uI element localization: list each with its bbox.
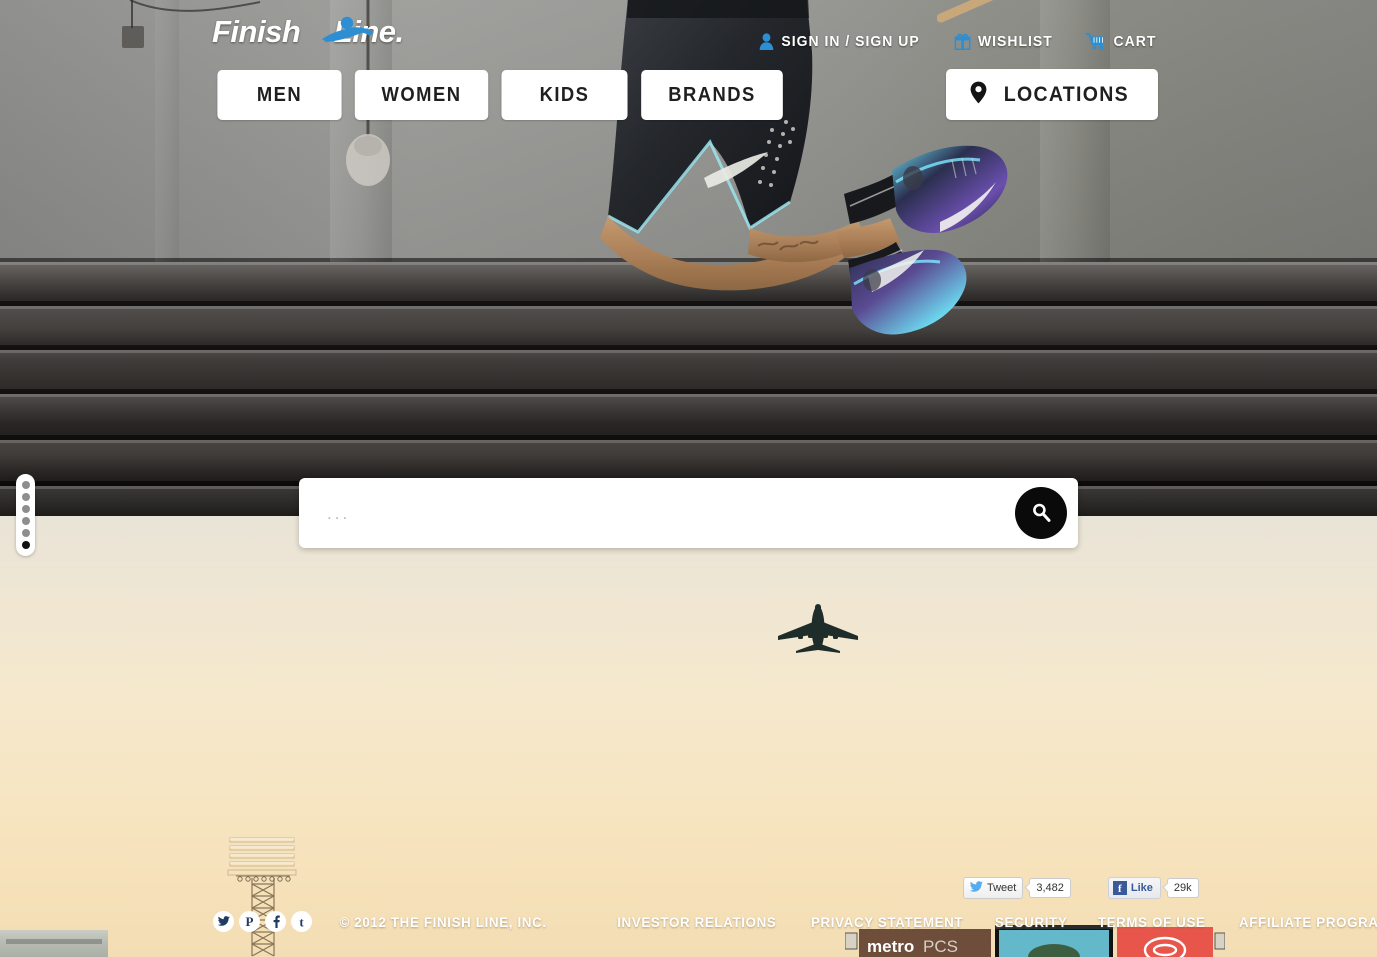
footer-link-affiliate-program[interactable]: AFFILIATE PROGRAM — [1239, 914, 1377, 930]
twitter-icon[interactable] — [213, 911, 234, 932]
locations-button[interactable]: LOCATIONS — [946, 69, 1158, 120]
main-navigation: MEN WOMEN KIDS BRANDS — [212, 70, 789, 120]
pinterest-icon[interactable]: P — [239, 911, 260, 932]
tweet-button[interactable]: Tweet — [963, 877, 1024, 899]
site-footer: P t © 2012 THE FINISH LINE, INC. INVESTO… — [0, 909, 1377, 939]
tumblr-icon[interactable]: t — [291, 911, 312, 932]
cart-label: CART — [1113, 32, 1157, 50]
facebook-like-button[interactable]: f Like — [1107, 877, 1161, 899]
nav-women-label: WOMEN — [381, 83, 462, 106]
sign-in-sign-up-link[interactable]: SIGN IN / SIGN UP — [759, 33, 920, 50]
cart-link[interactable]: CART — [1085, 32, 1157, 50]
running-figure-icon — [320, 16, 378, 51]
carousel-dot[interactable] — [21, 481, 30, 489]
site-logo[interactable]: Finish__Line. — [212, 14, 417, 50]
svg-text:PCS: PCS — [923, 937, 958, 956]
nav-brands-label: BRANDS — [668, 83, 756, 106]
copyright-text: © 2012 THE FINISH LINE, INC. — [339, 914, 547, 930]
nav-kids[interactable]: KIDS — [501, 70, 628, 120]
nav-brands[interactable]: BRANDS — [641, 70, 783, 120]
airplane-icon — [770, 602, 866, 658]
svg-text:metro: metro — [867, 937, 914, 956]
search-input[interactable] — [325, 478, 1279, 550]
carousel-dot[interactable] — [21, 493, 30, 501]
nav-women[interactable]: WOMEN — [354, 70, 489, 120]
social-links: P t — [213, 911, 312, 932]
logo-wordmark: Finish__Line. — [212, 14, 404, 49]
footer-link-investor-relations[interactable]: INVESTOR RELATIONS — [617, 914, 776, 930]
carousel-dot[interactable] — [21, 529, 30, 537]
user-icon — [759, 32, 774, 50]
gift-icon — [955, 33, 971, 50]
nav-kids-label: KIDS — [539, 83, 590, 106]
footer-link-terms-of-use[interactable]: TERMS OF USE — [1098, 914, 1206, 930]
footer-links: INVESTOR RELATIONS PRIVACY STATEMENT SEC… — [613, 914, 1377, 930]
search-submit-button[interactable] — [1015, 487, 1067, 539]
tweet-label: Tweet — [987, 882, 1017, 894]
finish-line-homepage: metro PCS Finish Line. MEN WOMEN KIDS BR… — [0, 0, 1377, 957]
footer-link-privacy-statement[interactable]: PRIVACY STATEMENT — [811, 914, 963, 930]
locations-label: LOCATIONS — [1003, 82, 1130, 106]
like-count[interactable]: 29k — [1166, 878, 1199, 898]
twitter-bird-icon — [969, 880, 983, 896]
social-share-widgets: Tweet 3,482 f Like 29k — [963, 877, 1199, 899]
search-bar — [299, 478, 1279, 550]
shopping-cart-icon — [1085, 32, 1106, 50]
carousel-dot[interactable] — [21, 505, 30, 513]
sign-in-label: SIGN IN / SIGN UP — [781, 32, 920, 50]
nav-men-label: MEN — [256, 83, 303, 106]
utility-navigation: SIGN IN / SIGN UP WISHLIST CART — [753, 32, 1159, 50]
svg-text:P: P — [246, 915, 254, 928]
wishlist-link[interactable]: WISHLIST — [955, 33, 1053, 50]
site-header: Finish__Line. MEN WOMEN KIDS BRANDS — [0, 0, 1377, 140]
svg-text:t: t — [299, 915, 304, 928]
search-icon — [1031, 502, 1051, 525]
carousel-dot[interactable] — [21, 517, 30, 525]
nav-men[interactable]: MEN — [217, 70, 342, 120]
tweet-count[interactable]: 3,482 — [1029, 878, 1071, 898]
facebook-icon[interactable] — [265, 911, 286, 932]
like-label: Like — [1130, 882, 1153, 894]
footer-link-security[interactable]: SECURITY — [995, 914, 1068, 930]
wishlist-label: WISHLIST — [978, 32, 1054, 50]
carousel-pagination — [16, 474, 35, 556]
map-pin-icon — [970, 81, 987, 109]
facebook-icon: f — [1112, 881, 1127, 895]
carousel-dot-active[interactable] — [21, 541, 30, 549]
